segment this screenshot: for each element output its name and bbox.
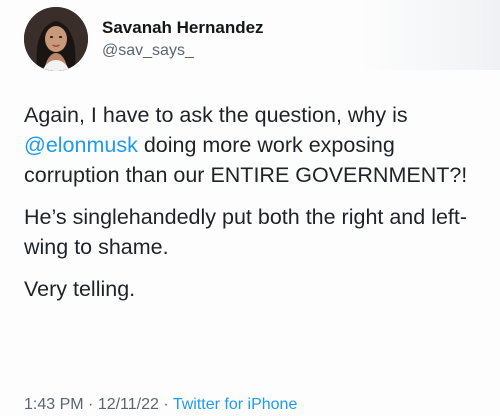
background-fade (360, 0, 500, 70)
tweet-paragraph-2: He’s singlehandedly put both the right a… (24, 205, 468, 259)
tweet-date[interactable]: 12/11/22 (98, 396, 159, 413)
tweet-paragraph-3: Very telling. (24, 277, 136, 301)
avatar-photo-icon (24, 7, 88, 71)
author-display-name[interactable]: Savanah Hernandez (102, 17, 264, 39)
meta-separator: · (158, 396, 173, 413)
tweet-meta: 1:43 PM · 12/11/22 · Twitter for iPhone (24, 395, 297, 415)
tweet-card: Savanah Hernandez @sav_says_ Again, I ha… (0, 0, 500, 416)
avatar[interactable] (24, 7, 88, 71)
tweet-header: Savanah Hernandez @sav_says_ (24, 4, 264, 74)
tweet-text-before-mention: Again, I have to ask the question, why i… (24, 103, 408, 127)
tweet-body: Again, I have to ask the question, why i… (24, 100, 494, 316)
mention-link[interactable]: @elonmusk (24, 133, 138, 157)
tweet-paragraph-1: Again, I have to ask the question, why i… (24, 100, 494, 190)
tweet-time[interactable]: 1:43 PM (24, 396, 84, 413)
author-names: Savanah Hernandez @sav_says_ (102, 17, 264, 62)
meta-separator: · (83, 396, 98, 413)
author-handle[interactable]: @sav_says_ (102, 40, 264, 62)
tweet-source-link[interactable]: Twitter for iPhone (173, 396, 298, 413)
